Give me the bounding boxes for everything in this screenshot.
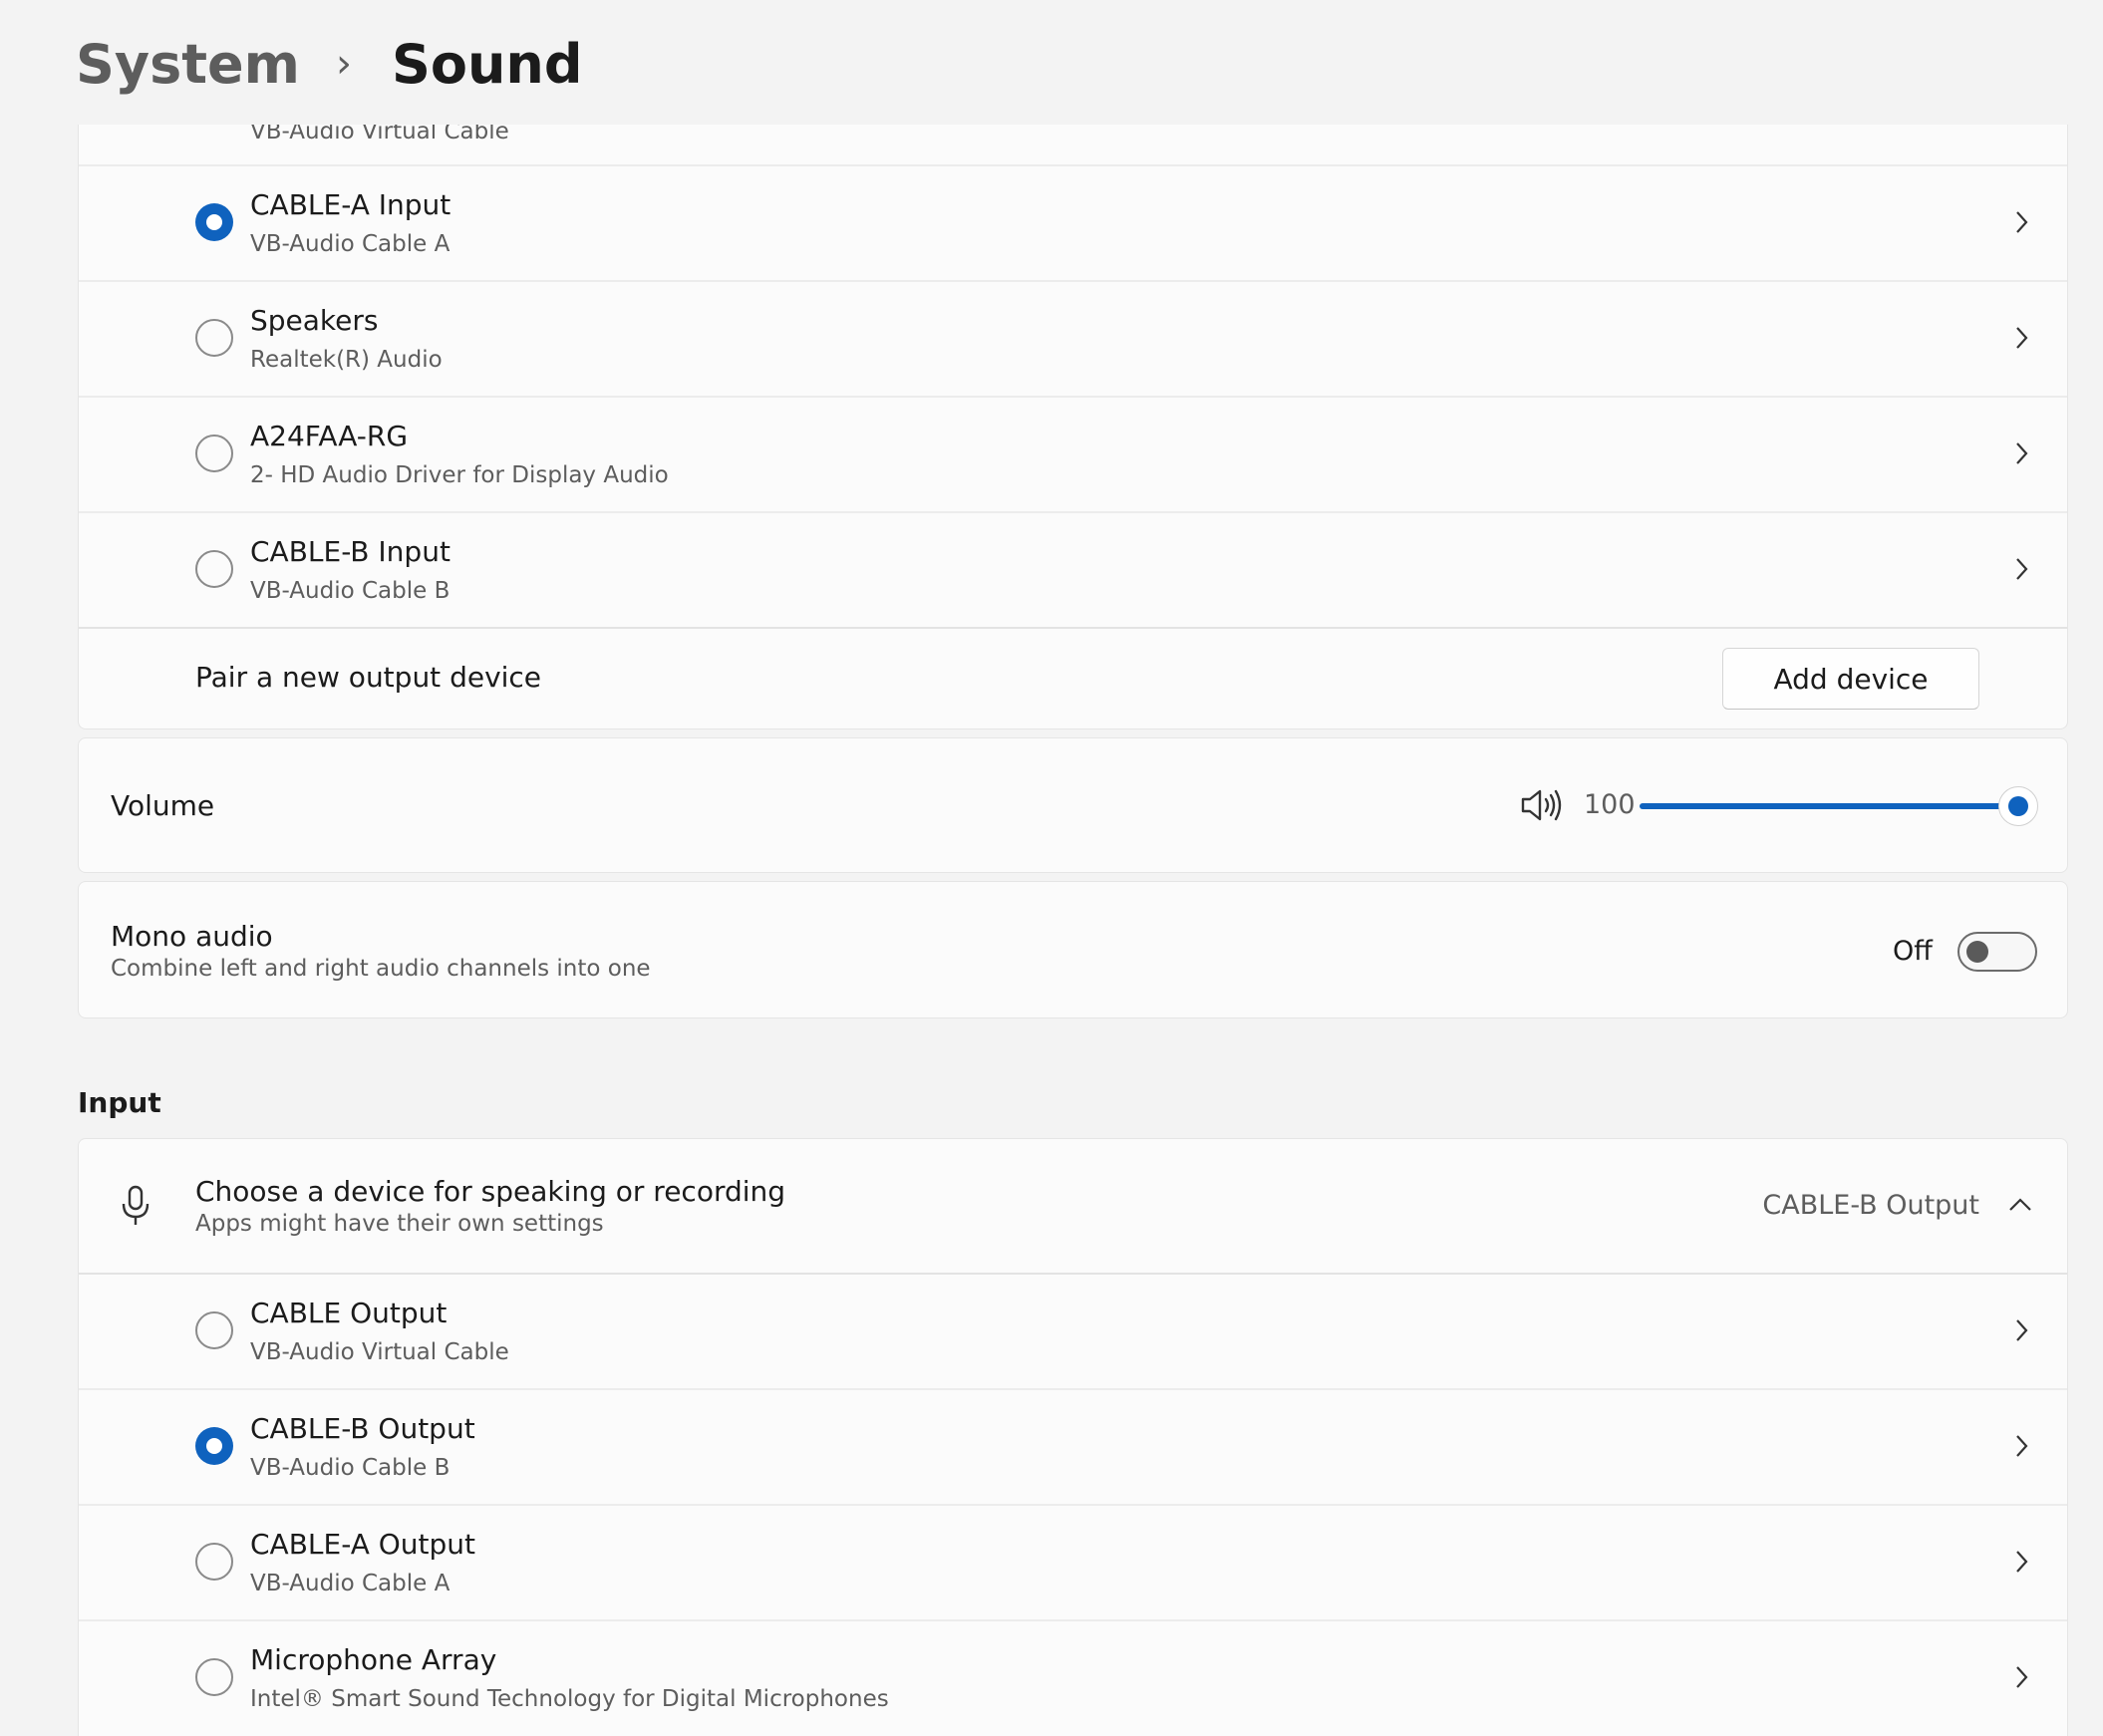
mono-audio-state-label: Off (1893, 936, 1933, 967)
radio-unselected[interactable] (195, 434, 233, 472)
radio-unselected[interactable] (195, 319, 233, 357)
chevron-right-icon[interactable] (2011, 440, 2031, 466)
chevron-right-icon[interactable] (2011, 556, 2031, 582)
device-subtitle: VB-Audio Cable B (250, 578, 451, 604)
input-selected-device: CABLE-B Output (1762, 1190, 1979, 1221)
microphone-icon (122, 1185, 150, 1225)
output-device-row-cable-a-input[interactable]: CABLE-A Input VB-Audio Cable A (79, 165, 2067, 280)
mono-audio-toggle[interactable] (1957, 932, 2037, 972)
input-section-title: Input (78, 1086, 161, 1119)
toggle-knob (1966, 941, 1988, 963)
volume-value: 100 (1584, 789, 1636, 820)
input-device-row-microphone-array[interactable]: Microphone Array Intel® Smart Sound Tech… (79, 1620, 2067, 1735)
chevron-up-icon[interactable] (2007, 1196, 2033, 1214)
device-name: CABLE-A Input (250, 188, 451, 221)
output-device-row-speakers[interactable]: Speakers Realtek(R) Audio (79, 281, 2067, 396)
input-device-card: Choose a device for speaking or recordin… (78, 1138, 2068, 1736)
pair-output-device-row: Pair a new output device Add device (79, 628, 2067, 729)
device-name: CABLE-B Input (250, 535, 451, 568)
pair-output-device-label: Pair a new output device (195, 661, 542, 694)
chevron-right-icon[interactable] (2011, 1664, 2031, 1690)
mono-audio-subtitle: Combine left and right audio channels in… (111, 956, 651, 982)
device-subtitle: VB-Audio Cable A (250, 1571, 451, 1596)
speaker-icon[interactable] (1519, 786, 1563, 824)
radio-unselected[interactable] (195, 550, 233, 588)
output-device-row-a24faa-rg[interactable]: A24FAA-RG 2- HD Audio Driver for Display… (79, 397, 2067, 511)
input-device-row-cable-a-output[interactable]: CABLE-A Output VB-Audio Cable A (79, 1505, 2067, 1619)
chevron-right-icon[interactable] (2011, 325, 2031, 351)
volume-label: Volume (111, 789, 215, 822)
chevron-right-icon[interactable] (2011, 209, 2031, 235)
radio-selected[interactable] (195, 203, 233, 241)
breadcrumb: System › Sound (76, 24, 582, 104)
volume-slider-track[interactable] (1640, 803, 2018, 809)
radio-unselected[interactable] (195, 1311, 233, 1349)
device-subtitle: 2- HD Audio Driver for Display Audio (250, 462, 669, 488)
radio-selected[interactable] (195, 1427, 233, 1465)
mono-audio-title: Mono audio (111, 920, 273, 953)
device-name: CABLE-A Output (250, 1528, 476, 1561)
chevron-right-icon[interactable] (2011, 1433, 2031, 1459)
input-chooser-subtitle: Apps might have their own settings (195, 1211, 604, 1237)
device-name: CABLE Output (250, 1297, 448, 1329)
radio-unselected[interactable] (195, 1658, 233, 1696)
radio-unselected[interactable] (195, 1543, 233, 1581)
input-device-row-cable-output[interactable]: CABLE Output VB-Audio Virtual Cable (79, 1274, 2067, 1388)
device-name: Speakers (250, 304, 379, 337)
volume-slider-thumb[interactable] (1998, 786, 2038, 826)
input-device-row-cable-b-output[interactable]: CABLE-B Output VB-Audio Cable B (79, 1389, 2067, 1504)
chevron-right-icon[interactable] (2011, 1317, 2031, 1343)
device-subtitle: VB-Audio Virtual Cable (250, 1339, 509, 1365)
input-device-chooser-header[interactable]: Choose a device for speaking or recordin… (79, 1139, 2067, 1273)
volume-card: Volume 100 (78, 737, 2068, 873)
device-subtitle: VB-Audio Cable B (250, 1455, 451, 1481)
device-name: Microphone Array (250, 1643, 497, 1676)
breadcrumb-parent-system[interactable]: System (76, 33, 300, 96)
output-device-row-cable-b-input[interactable]: CABLE-B Input VB-Audio Cable B (79, 512, 2067, 627)
mono-audio-card: Mono audio Combine left and right audio … (78, 881, 2068, 1018)
device-subtitle: VB-Audio Cable A (250, 231, 451, 257)
device-name: A24FAA-RG (250, 420, 409, 452)
output-device-partial-row[interactable]: VB-Audio Virtual Cable (79, 125, 2067, 164)
add-device-button[interactable]: Add device (1722, 648, 1979, 710)
breadcrumb-separator-icon: › (335, 41, 352, 87)
page-title: Sound (391, 32, 583, 96)
chevron-right-icon[interactable] (2011, 1549, 2031, 1575)
device-subtitle: Intel® Smart Sound Technology for Digita… (250, 1686, 889, 1712)
input-chooser-title: Choose a device for speaking or recordin… (195, 1175, 786, 1208)
device-name: CABLE-B Output (250, 1412, 475, 1445)
device-subtitle: VB-Audio Virtual Cable (250, 125, 509, 145)
device-subtitle: Realtek(R) Audio (250, 347, 443, 373)
output-device-list-card: VB-Audio Virtual Cable CABLE-A Input VB-… (78, 125, 2068, 729)
